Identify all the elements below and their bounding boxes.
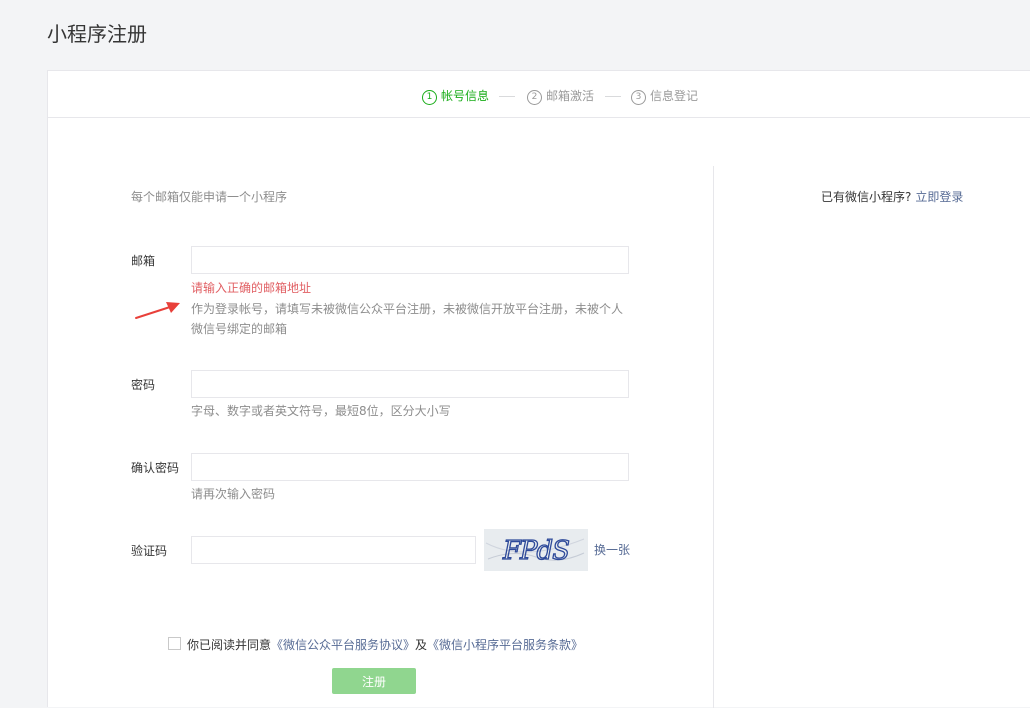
agreement-prefix: 你已阅读并同意 [187, 638, 272, 652]
confirm-password-input[interactable] [191, 453, 629, 481]
confirm-password-hint: 请再次输入密码 [191, 487, 276, 501]
step-number-icon: 1 [422, 90, 437, 105]
step-label: 信息登记 [650, 89, 699, 103]
login-prompt: 已有微信小程序? 立即登录 [821, 188, 963, 206]
captcha-text: FPdS [502, 536, 569, 566]
step-indicator: 1 帐号信息 2 邮箱激活 3 信息登记 [48, 71, 1030, 118]
step-label: 邮箱激活 [546, 89, 595, 103]
password-hint: 字母、数字或者英文符号，最短8位，区分大小写 [191, 404, 451, 418]
page-title: 小程序注册 [47, 22, 147, 46]
password-input[interactable] [191, 370, 629, 398]
step-info-registration: 3 信息登记 [631, 87, 698, 105]
confirm-password-label: 确认密码 [131, 461, 180, 475]
refresh-captcha-link[interactable]: 换一张 [594, 541, 630, 559]
agreement-and: 及 [415, 638, 428, 652]
login-link[interactable]: 立即登录 [915, 190, 963, 204]
intro-text: 每个邮箱仅能申请一个小程序 [131, 190, 288, 204]
red-arrow-icon [135, 302, 180, 319]
email-error: 请输入正确的邮箱地址 [191, 281, 312, 295]
step-label: 帐号信息 [441, 89, 490, 103]
step-separator [605, 96, 621, 97]
email-input[interactable] [191, 246, 629, 274]
step-account-info: 1 帐号信息 [422, 87, 489, 105]
email-label: 邮箱 [131, 254, 156, 268]
registration-panel: 1 帐号信息 2 邮箱激活 3 信息登记 每个邮箱仅能申请一个小程序 已有微信小程序?… [47, 70, 1030, 708]
agreement-row: 你已阅读并同意《微信公众平台服务协议》及《微信小程序平台服务条款》 [168, 636, 583, 654]
register-button[interactable]: 注册 [332, 668, 416, 694]
captcha-image[interactable]: FPdS [484, 529, 588, 571]
vertical-divider [713, 166, 714, 708]
step-email-activation: 2 邮箱激活 [527, 87, 594, 105]
step-number-icon: 2 [527, 90, 542, 105]
login-prompt-text: 已有微信小程序? [821, 190, 912, 204]
step-number-icon: 3 [631, 90, 646, 105]
captcha-image-graphic: FPdS [484, 529, 588, 571]
miniprogram-terms-link[interactable]: 《微信小程序平台服务条款》 [427, 638, 583, 652]
captcha-input[interactable] [191, 536, 476, 564]
agreement-checkbox[interactable] [168, 637, 181, 650]
password-label: 密码 [131, 378, 156, 392]
service-agreement-link[interactable]: 《微信公众平台服务协议》 [271, 638, 415, 652]
captcha-label: 验证码 [131, 544, 168, 558]
step-separator [499, 96, 515, 97]
email-hint: 作为登录帐号，请填写未被微信公众平台注册，未被微信开放平台注册，未被个人微信号绑… [191, 302, 624, 336]
